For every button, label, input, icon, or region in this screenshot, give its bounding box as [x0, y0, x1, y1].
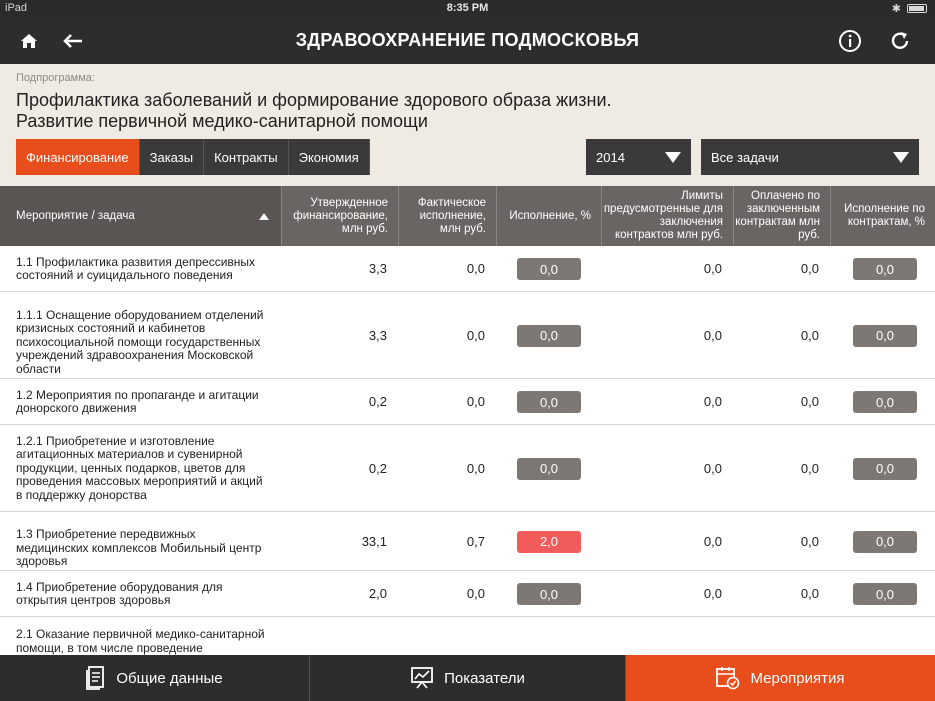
cell-actual: 0,0: [466, 460, 485, 476]
cell-actual: 0,0: [466, 261, 485, 276]
row-title: 1.2 Мероприятия по пропаганде и агитации…: [16, 387, 259, 415]
app-header: ЗДРАВООХРАНЕНИЕ ПОДМОСКОВЬЯ: [0, 18, 935, 64]
chevron-down-icon: [665, 151, 681, 163]
column-header-approved[interactable]: Утвержденное финансирование, млн руб.: [281, 186, 398, 246]
subprogram-title-line1: Профилактика заболеваний и формирование …: [16, 90, 612, 110]
cell-approved: 0,2: [368, 460, 387, 476]
exec-pct-badge: 2,0: [517, 530, 581, 553]
info-icon[interactable]: [837, 28, 863, 54]
table-row[interactable]: 1.1.1 Оснащение оборудованием отделений …: [0, 292, 935, 379]
table-row[interactable]: 1.4 Приобретение оборудования для открыт…: [0, 571, 935, 617]
cell-actual: 0,0: [466, 394, 485, 409]
bluetooth-icon: ✱: [891, 3, 901, 15]
nav-activities[interactable]: Мероприятия: [626, 655, 935, 701]
bottom-nav: Общие данные Показатели Мероприятия: [0, 655, 935, 701]
subprogram-title-line2: Развитие первичной медико-санитарной пом…: [16, 111, 428, 131]
column-header-contract-pct[interactable]: Исполнение по контрактам, %: [830, 186, 935, 246]
row-title: 1.1 Профилактика развития депрессивных с…: [16, 254, 256, 282]
chart-board-icon: [411, 667, 434, 689]
nav-general-data[interactable]: Общие данные: [0, 655, 310, 701]
cell-paid: 0,0: [800, 327, 819, 343]
cell-actual: 0,0: [466, 327, 485, 343]
cell-approved: 33,1: [361, 533, 387, 549]
sort-asc-icon: [259, 212, 269, 220]
year-select[interactable]: 2014: [586, 139, 691, 175]
row-title: 1.4 Приобретение оборудования для открыт…: [16, 579, 223, 607]
status-bar: iPad 8:35 PM ✱: [0, 0, 935, 18]
exec-pct-badge: 0,0: [517, 457, 581, 480]
cell-actual: 0,7: [466, 533, 485, 549]
row-title: 1.3 Приобретение передвижных медицинских…: [16, 527, 262, 568]
table-body: 1.1 Профилактика развития депрессивных с…: [0, 246, 935, 655]
cell-paid: 0,0: [800, 261, 819, 276]
column-header-name-label: Мероприятие / задача: [16, 209, 135, 222]
page-title: ЗДРАВООХРАНЕНИЕ ПОДМОСКОВЬЯ: [295, 30, 640, 50]
tab-contracts[interactable]: Контракты: [204, 139, 289, 175]
table-row[interactable]: 2.1 Оказание первичной медико-санитарной…: [0, 617, 935, 655]
calendar-check-icon: [716, 667, 740, 690]
table-row[interactable]: 1.3 Приобретение передвижных медицинских…: [0, 512, 935, 571]
row-title: 2.1 Оказание первичной медико-санитарной…: [16, 627, 265, 655]
subprogram-title: Профилактика заболеваний и формирование …: [16, 90, 916, 132]
table-row[interactable]: 1.1 Профилактика развития депрессивных с…: [0, 246, 935, 292]
view-tabs: Финансирование Заказы Контракты Экономия: [16, 139, 370, 175]
cell-actual: 0,0: [466, 586, 485, 601]
table-header: Мероприятие / задача Утвержденное финанс…: [0, 186, 935, 246]
status-icons: ✱: [892, 2, 927, 15]
tasks-select[interactable]: Все задачи: [701, 139, 919, 175]
cell-paid: 0,0: [800, 533, 819, 549]
exec-pct-badge: 0,0: [517, 324, 581, 347]
cell-approved: 2,0: [368, 586, 387, 601]
exec-pct-badge: 0,0: [517, 583, 581, 605]
row-title: 1.1.1 Оснащение оборудованием отделений …: [16, 307, 264, 376]
contract-pct-badge: 0,0: [853, 258, 917, 280]
cell-limits: 0,0: [703, 394, 722, 409]
tab-orders[interactable]: Заказы: [139, 139, 205, 175]
contract-pct-badge: 0,0: [853, 324, 917, 347]
cell-limits: 0,0: [703, 460, 722, 476]
refresh-icon[interactable]: [887, 28, 913, 54]
clock: 8:35 PM: [446, 2, 489, 14]
column-header-limits[interactable]: Лимиты предусмотренные для заключения ко…: [601, 186, 733, 246]
tab-savings[interactable]: Экономия: [288, 139, 370, 175]
column-header-name[interactable]: Мероприятие / задача: [0, 186, 281, 246]
tab-financing[interactable]: Финансирование: [16, 139, 140, 175]
column-header-exec-pct[interactable]: Исполнение, %: [496, 186, 601, 246]
cell-paid: 0,0: [800, 394, 819, 409]
exec-pct-badge: 0,0: [517, 391, 581, 413]
cell-approved: 3,3: [368, 261, 387, 276]
cell-limits: 0,0: [703, 586, 722, 601]
subprogram-panel: Подпрограмма: Профилактика заболеваний и…: [0, 64, 935, 186]
cell-limits: 0,0: [703, 533, 722, 549]
contract-pct-badge: 0,0: [853, 583, 917, 605]
nav-indicators-label: Показатели: [444, 669, 525, 687]
cell-paid: 0,0: [800, 460, 819, 476]
contract-pct-badge: 0,0: [853, 457, 917, 480]
year-select-value: 2014: [596, 149, 625, 165]
table-row[interactable]: 1.2.1 Приобретение и изготовление агитац…: [0, 425, 935, 512]
exec-pct-badge: 0,0: [517, 258, 581, 280]
nav-indicators[interactable]: Показатели: [310, 655, 626, 701]
chevron-down-icon: [893, 151, 909, 163]
cell-approved: 0,2: [368, 394, 387, 409]
column-header-actual[interactable]: Фактическое исполнение, млн руб.: [398, 186, 496, 246]
nav-general-data-label: Общие данные: [116, 669, 223, 687]
row-title: 1.2.1 Приобретение и изготовление агитац…: [16, 433, 263, 502]
cell-paid: 0,0: [800, 586, 819, 601]
subprogram-label: Подпрограмма:: [16, 72, 95, 84]
contract-pct-badge: 0,0: [853, 391, 917, 413]
column-header-paid[interactable]: Оплачено по заключенным контрактам млн р…: [733, 186, 830, 246]
cell-approved: 3,3: [368, 327, 387, 343]
document-icon: [86, 666, 105, 690]
contract-pct-badge: 0,0: [853, 530, 917, 553]
table-row[interactable]: 1.2 Мероприятия по пропаганде и агитации…: [0, 379, 935, 425]
nav-activities-label: Мероприятия: [750, 669, 845, 687]
cell-limits: 0,0: [703, 261, 722, 276]
cell-limits: 0,0: [703, 327, 722, 343]
tasks-select-value: Все задачи: [711, 149, 779, 165]
battery-icon: [907, 4, 927, 13]
